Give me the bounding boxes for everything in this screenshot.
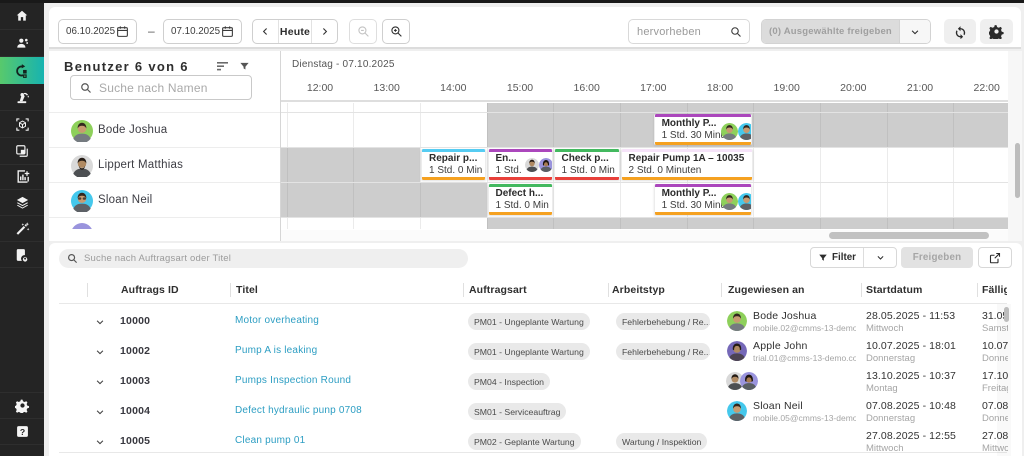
svg-text:?: ? xyxy=(19,427,24,437)
